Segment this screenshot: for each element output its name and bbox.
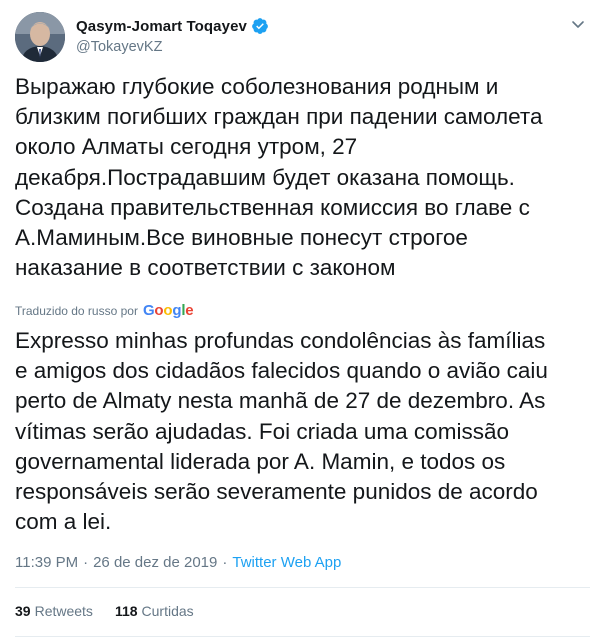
likes-label: Curtidas — [141, 603, 194, 619]
meta-separator: · — [83, 554, 89, 571]
tweet-stats: 39 Retweets 118 Curtidas — [15, 603, 216, 619]
translation-attribution[interactable]: Traduzido do russo por Google — [15, 302, 194, 319]
author-handle[interactable]: @TokayevKZ — [76, 39, 269, 55]
tweet-meta: 11:39 PM · 26 de dez de 2019 · Twitter W… — [15, 554, 341, 571]
translated-by-label: Traduzido do russo por — [15, 303, 138, 318]
tweet-date[interactable]: 26 de dez de 2019 — [93, 554, 217, 571]
google-logo: Google — [142, 302, 194, 319]
divider — [15, 636, 590, 637]
chevron-down-icon[interactable] — [570, 16, 586, 32]
divider — [15, 587, 590, 588]
tweet-card: Qasym-Jomart Toqayev @TokayevKZ Выражаю … — [0, 0, 603, 643]
avatar-photo — [15, 12, 65, 62]
meta-separator: · — [222, 554, 228, 571]
tweet-source-link[interactable]: Twitter Web App — [232, 554, 341, 571]
likes-stat[interactable]: 118 Curtidas — [115, 603, 194, 619]
avatar[interactable] — [15, 12, 65, 62]
author-info: Qasym-Jomart Toqayev @TokayevKZ — [76, 16, 269, 55]
tweet-translation-text: Expresso minhas profundas condolências à… — [15, 328, 548, 535]
author-display-name[interactable]: Qasym-Jomart Toqayev — [76, 18, 247, 35]
tweet-time[interactable]: 11:39 PM — [15, 554, 78, 571]
tweet-original-text: Выражаю глубокие соболезнования родным и… — [15, 74, 543, 281]
retweets-label: Retweets — [34, 603, 93, 619]
verified-badge-icon — [251, 17, 269, 35]
tweet-header: Qasym-Jomart Toqayev @TokayevKZ — [15, 12, 590, 64]
retweets-count: 39 — [15, 603, 31, 619]
retweets-stat[interactable]: 39 Retweets — [15, 603, 93, 619]
likes-count: 118 — [114, 603, 138, 619]
